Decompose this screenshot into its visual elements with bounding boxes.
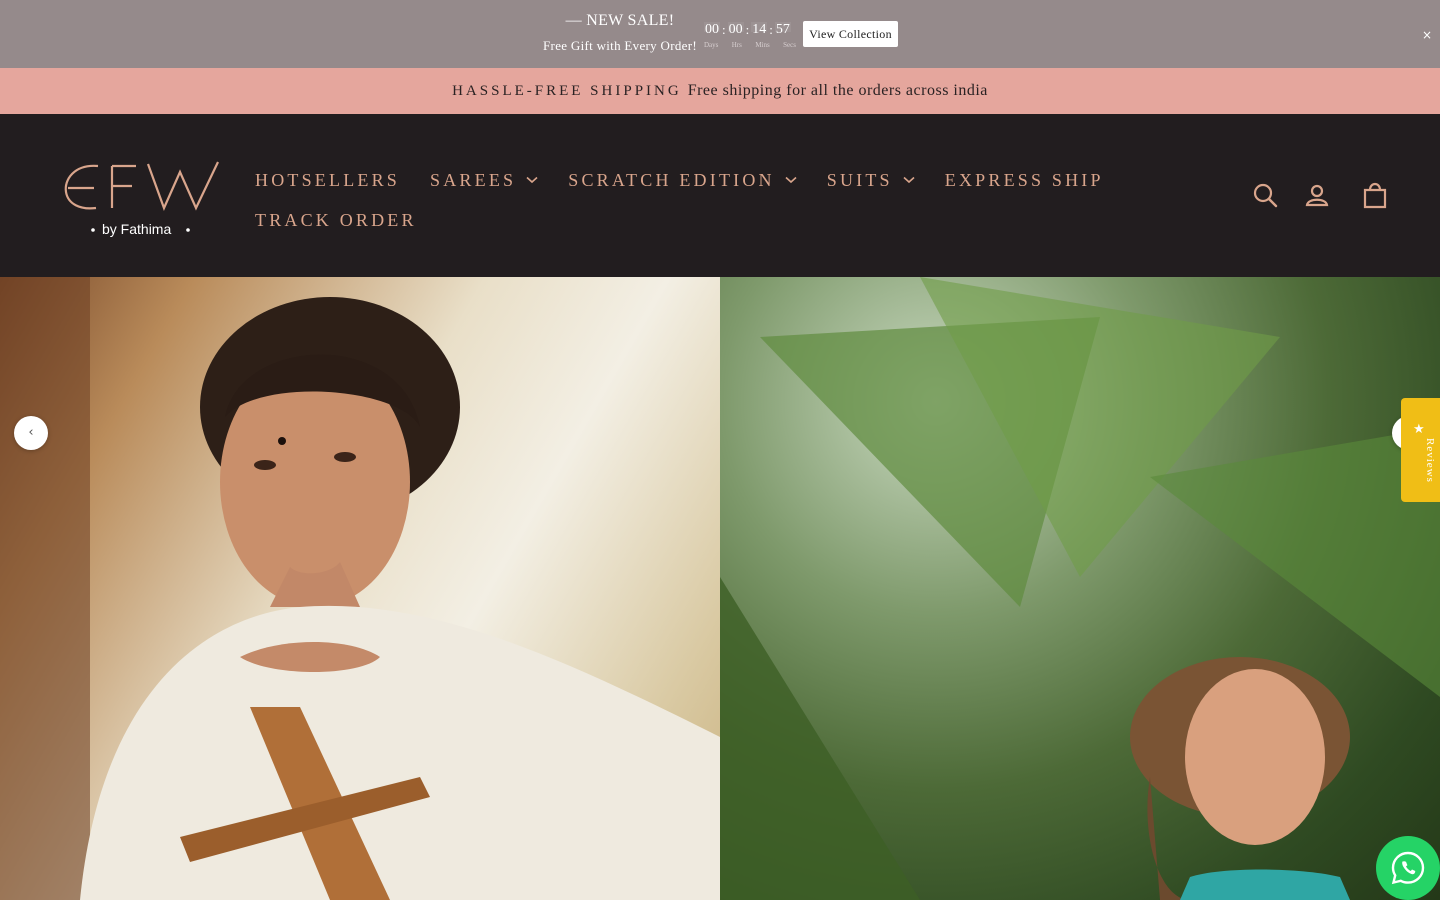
star-icon: ★ [1413, 422, 1425, 437]
nav-item-sarees[interactable]: SAREES [430, 170, 538, 191]
whatsapp-chat-button[interactable] [1376, 836, 1440, 900]
chevron-down-icon [903, 176, 915, 184]
chevron-down-icon [785, 176, 797, 184]
slide-previous-button[interactable]: ‹ [14, 416, 48, 450]
announcement-bar: HASSLE-FREE SHIPPING Free shipping for a… [0, 68, 1440, 114]
main-navigation: HOTSELLERS SAREES SCRATCH EDITION SUITS … [255, 160, 1135, 240]
promo-text: — NEW SALE! Free Gift with Every Order! [520, 10, 720, 56]
header-actions [1250, 180, 1390, 214]
promo-headline: — NEW SALE! [565, 12, 675, 29]
countdown-timer: 00 : 00 : 14 : 57 Days Hrs Mins Secs [704, 22, 796, 49]
nav-item-suits[interactable]: SUITS [827, 170, 915, 191]
reviews-tab[interactable]: ★ Reviews [1401, 398, 1440, 502]
brand-logo[interactable]: by Fathima [60, 158, 225, 240]
nav-item-track-order[interactable]: TRACK ORDER [255, 210, 417, 231]
reviews-tab-label: Reviews [1424, 438, 1436, 483]
hero-image-woman-garden[interactable] [720, 277, 1440, 900]
nav-item-scratch-edition[interactable]: SCRATCH EDITION [568, 170, 797, 191]
close-icon[interactable]: × [1418, 26, 1436, 44]
cart-icon[interactable] [1360, 180, 1390, 210]
whatsapp-icon [1391, 851, 1425, 885]
chevron-down-icon [526, 176, 538, 184]
countdown-minutes-label: Mins [755, 41, 770, 49]
promo-countdown-bar: — NEW SALE! Free Gift with Every Order! … [0, 0, 1440, 68]
hero-slideshow [0, 277, 1440, 900]
search-icon[interactable] [1250, 180, 1280, 210]
countdown-days-label: Days [704, 41, 719, 49]
svg-text:by Fathima: by Fathima [102, 221, 171, 237]
announcement-text: Free shipping for all the orders across … [687, 82, 988, 99]
nav-item-express-ship[interactable]: EXPRESS SHIP [945, 170, 1104, 191]
view-collection-button[interactable]: View Collection [803, 21, 898, 47]
hero-image-woman-white-saree[interactable] [0, 277, 720, 900]
countdown-hours-label: Hrs [731, 41, 742, 49]
announcement-heading: HASSLE-FREE SHIPPING [452, 82, 682, 99]
site-header: by Fathima HOTSELLERS SAREES SCRATCH EDI… [0, 114, 1440, 277]
nav-item-hotsellers[interactable]: HOTSELLERS [255, 170, 400, 191]
account-icon[interactable] [1302, 180, 1332, 210]
efw-logo-mark: by Fathima [64, 161, 219, 237]
promo-subtext: Free Gift with Every Order! [543, 38, 697, 53]
countdown-seconds-label: Secs [783, 41, 796, 49]
